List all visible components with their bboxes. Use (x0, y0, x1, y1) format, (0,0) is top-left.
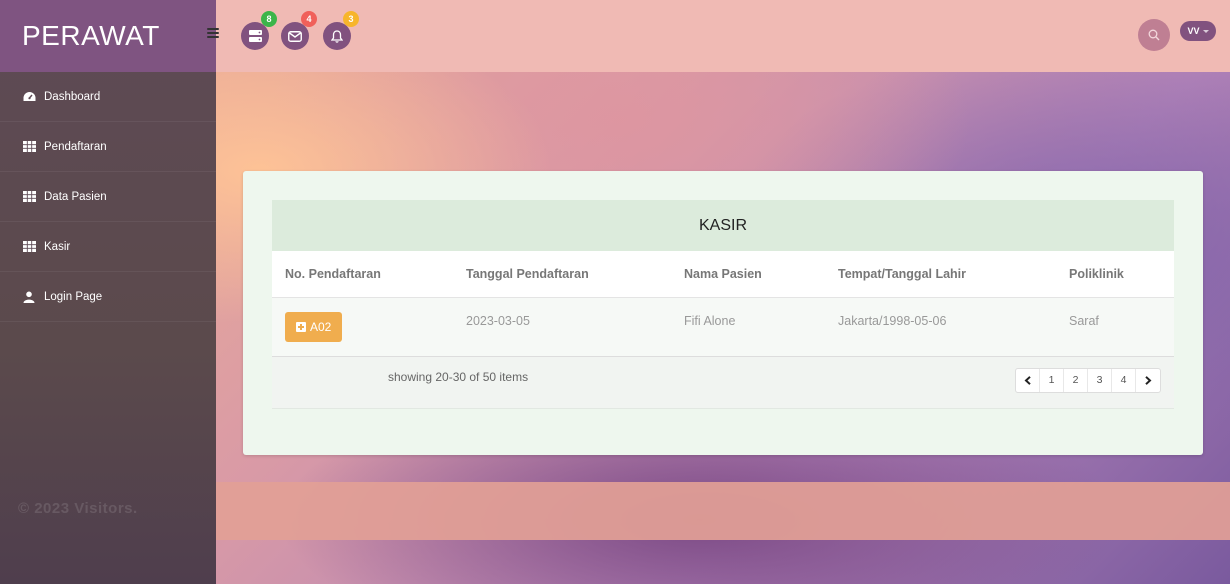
page-button[interactable]: 3 (1088, 368, 1112, 392)
cell-ttl: Jakarta/1998-05-06 (838, 313, 947, 328)
sidebar-item-dashboard[interactable]: Dashboard (0, 72, 216, 122)
table-footer: showing 20-30 of 50 items 1 2 3 4 (272, 356, 1174, 409)
sidebar-item-data-pasien[interactable]: Data Pasien (0, 172, 216, 222)
content-card: KASIR No. Pendaftaran Tanggal Pendaftara… (243, 171, 1203, 455)
chevron-down-icon (1202, 29, 1209, 33)
sidebar-item-label: Dashboard (44, 90, 101, 103)
table-header-row: No. Pendaftaran Tanggal Pendaftaran Nama… (272, 251, 1174, 297)
sidebar-item-label: Pendaftaran (44, 140, 107, 153)
registration-code-button[interactable]: A02 (285, 311, 343, 342)
column-header: Nama Pasien (684, 266, 762, 281)
sidebar-item-kasir[interactable]: Kasir (0, 222, 216, 272)
sidebar: PERAWAT Dashboard Pendaftaran Data Pasie… (0, 0, 216, 584)
table-row: A02 2023-03-05 Fifi Alone Jakarta/1998-0… (272, 297, 1174, 356)
sidebar-item-login-page[interactable]: Login Page (0, 272, 216, 322)
showing-text: showing 20-30 of 50 items (388, 369, 529, 384)
search-icon (1148, 29, 1160, 41)
panel-title: KASIR (272, 200, 1174, 251)
page-button[interactable]: 2 (1064, 368, 1088, 392)
user-initials: VV (1187, 26, 1200, 36)
menu-toggle-icon[interactable] (207, 28, 219, 40)
tasks-badge: 8 (261, 11, 277, 27)
grid-icon (22, 191, 36, 203)
brand: PERAWAT (0, 0, 216, 72)
notifications-badge: 3 (343, 11, 359, 27)
lower-band (216, 482, 1230, 540)
cell-nama: Fifi Alone (684, 313, 736, 328)
chevron-left-icon (1024, 375, 1031, 385)
kasir-table: No. Pendaftaran Tanggal Pendaftaran Nama… (272, 251, 1174, 357)
kasir-panel: KASIR No. Pendaftaran Tanggal Pendaftara… (272, 200, 1174, 409)
cell-poli: Saraf (1069, 313, 1099, 328)
column-header: Tanggal Pendaftaran (466, 266, 589, 281)
page-button[interactable]: 1 (1040, 368, 1064, 392)
notifications-button[interactable]: 3 (323, 11, 359, 50)
page-button[interactable]: 4 (1112, 368, 1136, 392)
topbar (216, 0, 1230, 72)
user-icon (22, 291, 36, 303)
plus-square-icon (296, 321, 306, 332)
sidebar-item-label: Kasir (44, 240, 71, 253)
user-menu-button[interactable]: VV (1180, 21, 1216, 41)
messages-button[interactable]: 4 (281, 11, 317, 50)
sidebar-item-label: Login Page (44, 290, 103, 303)
bell-icon (331, 29, 343, 43)
cell-tanggal: 2023-03-05 (466, 313, 530, 328)
sidebar-item-pendaftaran[interactable]: Pendaftaran (0, 122, 216, 172)
dashboard-icon (22, 91, 36, 103)
column-header: No. Pendaftaran (285, 266, 381, 281)
cell-no-pendaftaran: A02 (272, 297, 466, 356)
column-header: Tempat/Tanggal Lahir (838, 266, 967, 281)
tasks-button[interactable]: 8 (241, 11, 277, 50)
sidebar-item-label: Data Pasien (44, 190, 107, 203)
messages-badge: 4 (301, 11, 317, 27)
pagination: 1 2 3 4 (1015, 367, 1161, 393)
footer-copyright: © 2023 Visitors. (18, 500, 138, 517)
server-icon (248, 30, 262, 42)
prev-page-button[interactable] (1016, 368, 1040, 392)
column-header: Poliklinik (1069, 266, 1124, 281)
chevron-right-icon (1145, 375, 1152, 385)
grid-icon (22, 241, 36, 253)
next-page-button[interactable] (1136, 369, 1160, 392)
search-button[interactable] (1138, 19, 1170, 51)
envelope-icon (288, 30, 302, 42)
grid-icon (22, 141, 36, 153)
registration-code: A02 (310, 319, 332, 334)
brand-title: PERAWAT (22, 20, 160, 51)
